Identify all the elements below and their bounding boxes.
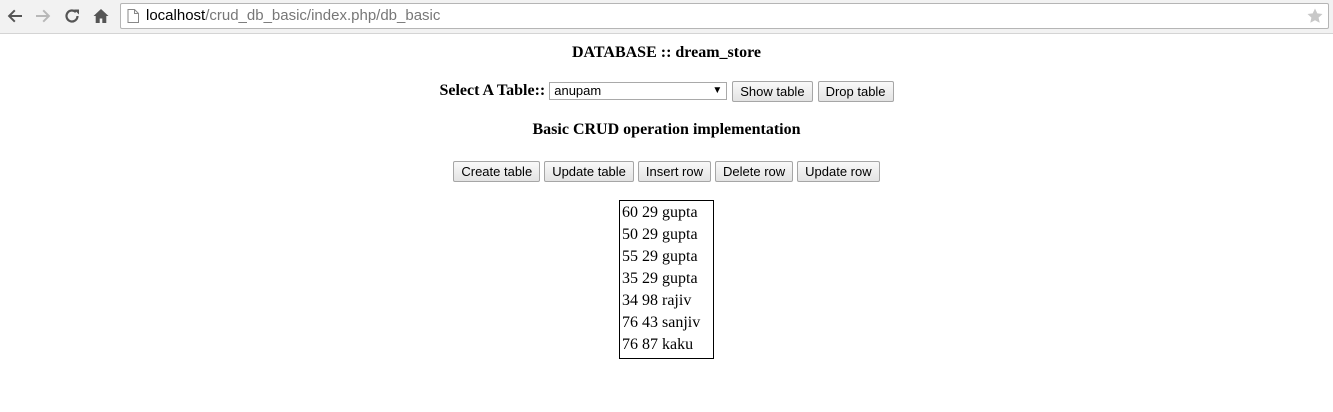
home-button[interactable] <box>91 6 111 26</box>
drop-table-button[interactable]: Drop table <box>817 80 894 102</box>
table-select-row: Select A Table:: anupam ▼ Show table Dro… <box>0 80 1333 102</box>
insert-row-button[interactable]: Insert row <box>637 161 711 182</box>
page-content: DATABASE :: dream_store Select A Table::… <box>0 44 1333 359</box>
forward-button[interactable] <box>33 6 53 26</box>
dropdown-arrow-icon: ▼ <box>712 85 723 96</box>
url-path: /crud_db_basic/index.php/db_basic <box>205 7 441 24</box>
database-heading: DATABASE :: dream_store <box>571 44 762 61</box>
crud-heading: Basic CRUD operation implementation <box>532 121 801 138</box>
table-row: 76 87 kaku <box>622 336 694 353</box>
back-button[interactable] <box>5 6 25 26</box>
crud-buttons: Create table Update table Insert row Del… <box>0 161 1333 182</box>
back-icon <box>6 7 24 25</box>
table-select[interactable]: anupam ▼ <box>549 82 728 100</box>
delete-row-button[interactable]: Delete row <box>715 161 794 182</box>
table-row: 34 98 rajiv <box>622 292 692 309</box>
forward-icon <box>34 7 52 25</box>
table-row: 50 29 gupta <box>622 226 698 243</box>
url-host: localhost <box>146 7 206 24</box>
table-rows-box: 60 29 gupta 50 29 gupta 55 29 gupta 35 2… <box>619 200 714 359</box>
table-row: 55 29 gupta <box>622 248 698 265</box>
table-select-value: anupam <box>554 83 602 98</box>
show-table-button[interactable]: Show table <box>732 80 813 102</box>
url-text[interactable]: localhost/crud_db_basic/index.php/db_bas… <box>146 7 440 25</box>
address-bar[interactable]: localhost/crud_db_basic/index.php/db_bas… <box>120 3 1329 29</box>
create-table-button[interactable]: Create table <box>453 161 541 182</box>
update-table-button[interactable]: Update table <box>544 161 634 182</box>
reload-button[interactable] <box>62 6 82 26</box>
update-row-button[interactable]: Update row <box>797 161 880 182</box>
page-icon <box>127 9 139 28</box>
star-icon[interactable] <box>1306 7 1324 30</box>
table-row: 60 29 gupta <box>622 204 698 221</box>
table-row: 35 29 gupta <box>622 270 698 287</box>
reload-icon <box>63 7 81 25</box>
browser-toolbar: localhost/crud_db_basic/index.php/db_bas… <box>0 0 1333 34</box>
home-icon <box>92 7 110 25</box>
select-table-label: Select A Table:: <box>439 82 546 99</box>
table-row: 76 43 sanjiv <box>622 314 701 331</box>
